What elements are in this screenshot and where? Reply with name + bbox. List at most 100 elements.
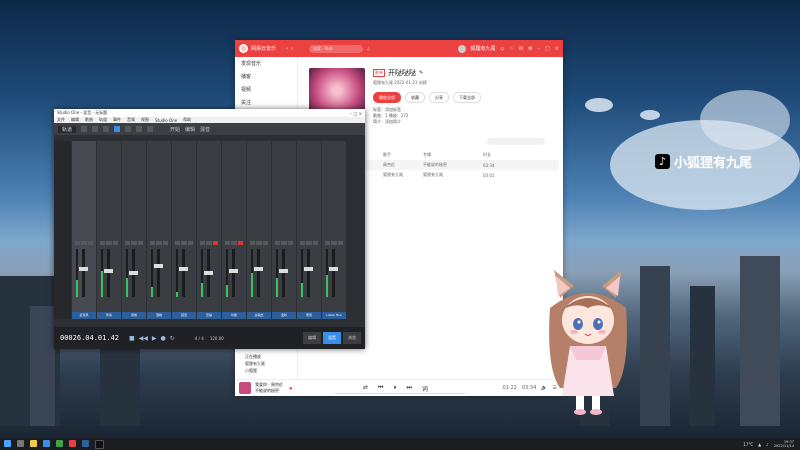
minimize-icon[interactable]: – [538,46,541,52]
download-all-button[interactable]: 下载全部 [453,92,481,103]
side-list-item[interactable]: 正在播放 [245,353,265,360]
song-selector[interactable]: 轨道 [58,125,77,133]
edit-icon[interactable]: ✎ [419,70,423,76]
playlist-creator[interactable]: 狐狸有九尾 2022-01-23 创建 [373,80,427,86]
fader-knob[interactable] [79,266,88,271]
progress-bar[interactable] [335,393,465,394]
mute-solo-buttons[interactable] [75,241,93,245]
menu-item[interactable]: 视图 [141,117,149,123]
volume-fader[interactable] [182,249,185,297]
channel-label[interactable]: 主输出 [247,312,271,319]
edge-icon[interactable] [43,439,50,447]
fader-knob[interactable] [104,268,113,273]
play-all-button[interactable]: 播放全部 [373,92,401,103]
sidebar-item[interactable]: 发现音乐 [235,57,297,70]
channel-label[interactable]: 监听 [272,312,296,319]
mixer-channel-strip[interactable]: 录音 [297,141,321,319]
mixer-channel-strip[interactable]: 麦克风 [72,141,96,319]
now-playing-cover[interactable] [239,382,251,394]
back-icon[interactable]: ‹ [286,46,288,52]
mixer-channel-strip[interactable]: 音效 [122,141,146,319]
bend-tool-icon[interactable] [136,126,143,132]
mic-icon[interactable]: ♩ [367,46,369,52]
fader-knob[interactable] [154,264,163,269]
mixer-channel-strip[interactable]: 混响 [147,141,171,319]
toolbar-label[interactable]: 开始 [170,126,180,133]
now-playing-artist[interactable]: 不能说的秘密 [255,388,283,394]
paint-tool-icon[interactable] [114,126,121,132]
volume-fader[interactable] [157,249,160,297]
mixer-channel-strip[interactable]: 压缩 [197,141,221,319]
maximize-icon[interactable]: □ [545,46,550,52]
menu-item[interactable]: 帮助 [183,117,191,123]
volume-fader[interactable] [82,249,85,297]
menu-item[interactable]: 事件 [113,117,121,123]
menu-item[interactable]: 文件 [57,117,65,123]
mixer-channel-strip[interactable]: 监听 [272,141,296,319]
side-list-item[interactable]: 小狐狸 [245,367,265,374]
arrow-tool-icon[interactable] [81,126,88,132]
record-icon[interactable]: ● [161,335,166,342]
mixer-channel-strip[interactable]: 伴奏 [97,141,121,319]
weather[interactable]: 17°C [743,442,753,447]
stop-icon[interactable]: ■ [129,335,135,342]
settings-icon[interactable]: ⚙ [528,46,532,52]
skin-icon[interactable]: ♡ [509,46,513,52]
avatar[interactable] [457,44,466,53]
tab-mix[interactable]: 混音 [323,332,341,344]
mute-solo-buttons[interactable] [175,241,193,245]
channel-label[interactable]: Listen Bus [322,312,346,319]
mode-icon[interactable]: ⇄ [363,384,368,393]
network-icon[interactable]: ▲ [758,442,761,447]
loop-icon[interactable]: ↻ [170,335,175,342]
menu-item[interactable]: Studio One [155,118,177,123]
fader-knob[interactable] [254,266,263,271]
start-icon[interactable] [4,439,11,447]
mute-tool-icon[interactable] [125,126,132,132]
split-tool-icon[interactable] [103,126,110,132]
play-icon[interactable]: ▶ [152,335,157,342]
netease-taskbar-icon[interactable] [69,439,76,447]
playlist-search-input[interactable] [487,138,545,145]
rewind-icon[interactable]: ◀◀ [139,335,148,342]
mute-solo-buttons[interactable] [125,241,143,245]
volume-fader[interactable] [107,249,110,297]
volume-tray-icon[interactable]: ♪ [766,442,769,447]
signature[interactable]: 4 / 4 [195,336,204,341]
side-list-item[interactable]: 狐狸有九尾 [245,360,265,367]
mute-solo-buttons[interactable] [325,241,343,245]
pause-icon[interactable]: ⏸ [393,384,396,393]
next-icon[interactable]: ⏭ [406,384,411,393]
volume-fader[interactable] [232,249,235,297]
sidebar-item[interactable]: 视频 [235,83,297,96]
clock[interactable]: 19:37 2022/11/14 [774,440,794,448]
menu-item[interactable]: 歌曲 [85,117,93,123]
fader-knob[interactable] [279,268,288,273]
douyin-taskbar-icon[interactable] [95,439,104,449]
window-controls[interactable]: – □ × [350,111,365,116]
mute-solo-buttons[interactable] [250,241,268,245]
fader-knob[interactable] [204,271,213,275]
channel-label[interactable]: 伴奏 [97,312,121,319]
menu-item[interactable]: 音频 [127,117,135,123]
range-tool-icon[interactable] [92,126,99,132]
mute-solo-buttons[interactable] [100,241,118,245]
channel-label[interactable]: 混响 [147,312,171,319]
volume-fader[interactable] [307,249,310,297]
menu-item[interactable]: 编辑 [71,117,79,123]
search-icon[interactable] [17,439,24,447]
tab-browse[interactable]: 浏览 [343,332,361,344]
explorer-icon[interactable] [30,439,37,447]
mixer-channel-strip[interactable]: 均衡 [222,141,246,319]
time-display[interactable]: 00026.04.01.42 [60,334,119,342]
mute-solo-buttons[interactable] [200,241,218,245]
forward-icon[interactable]: › [291,46,293,52]
mute-solo-buttons[interactable] [150,241,168,245]
menu-item[interactable]: 轨道 [99,117,107,123]
mixer-channel-strip[interactable]: 主输出 [247,141,271,319]
channel-label[interactable]: 延迟 [172,312,196,319]
toolbar-label[interactable]: 编辑 [185,126,195,133]
toolbar-label[interactable]: 混音 [200,126,210,133]
fader-knob[interactable] [129,271,138,275]
share-button[interactable]: 分享 [429,92,449,103]
